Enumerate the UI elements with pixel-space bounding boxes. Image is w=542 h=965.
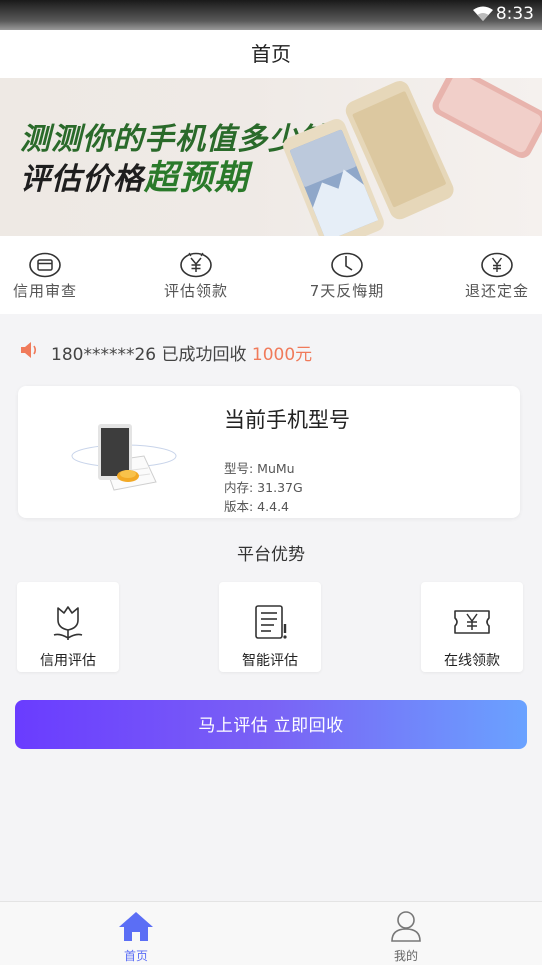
banner-subline-prefix: 评估价格: [20, 162, 144, 197]
speaker-icon: [20, 341, 40, 364]
tab-home[interactable]: 首页: [91, 910, 181, 964]
quick-nav: 信用审查 评估领款 7天反悔期 退还定金: [0, 236, 542, 314]
banner-subline-highlight: 超预期: [144, 158, 249, 198]
advantage-label: 信用评估: [40, 653, 96, 669]
quick-nav-label: 7天反悔期: [309, 282, 385, 300]
phone-illustration: [66, 416, 182, 500]
quick-nav-refund-deposit[interactable]: 退还定金: [437, 252, 542, 301]
advantage-online-payment[interactable]: 在线领款: [421, 582, 523, 672]
notice-text-wrap: 180******26 已成功回收 1000元: [51, 340, 312, 365]
yen-circle-icon: [481, 252, 513, 278]
status-bar: 8:33: [0, 0, 542, 30]
quick-nav-evaluate-payment[interactable]: 评估领款: [136, 252, 256, 301]
advantage-credit-evaluation[interactable]: 信用评估: [17, 582, 119, 672]
promo-banner[interactable]: 测测你的手机值多少钱 评估价格超预期: [0, 78, 542, 236]
notice-amount: 1000元: [251, 345, 313, 365]
document-alert-icon: [250, 602, 290, 642]
quick-nav-credit-review[interactable]: 信用审查: [0, 252, 105, 301]
phone-info-card: 当前手机型号 型号: MuMu 内存: 31.37G 版本: 4.4.4: [18, 386, 520, 518]
clock-icon: [331, 252, 363, 278]
home-icon: [117, 912, 155, 946]
advantage-label: 在线领款: [444, 653, 500, 669]
phone-memory: 内存: 31.37G: [224, 480, 303, 495]
banner-phones-illustration: [283, 78, 542, 236]
advantages-title: 平台优势: [237, 545, 305, 565]
yen-coin-icon: [180, 252, 212, 278]
advantage-label: 智能评估: [242, 653, 298, 669]
tab-mine-label: 我的: [393, 949, 418, 963]
bottom-tab-bar: 首页 我的: [0, 901, 542, 965]
quick-nav-7day-return[interactable]: 7天反悔期: [287, 252, 407, 301]
quick-nav-label: 信用审查: [12, 282, 77, 300]
phone-model: 型号: MuMu: [224, 461, 295, 476]
tab-home-label: 首页: [123, 949, 148, 963]
notice-text: 180******26 已成功回收: [51, 345, 247, 365]
wifi-icon: [472, 6, 494, 26]
phone-version: 版本: 4.4.4: [224, 499, 289, 514]
credit-card-icon: [29, 252, 61, 278]
tulip-icon: [48, 602, 88, 642]
phone-card-title: 当前手机型号: [224, 408, 350, 432]
tab-mine[interactable]: 我的: [361, 910, 451, 964]
evaluate-recycle-button[interactable]: 马上评估 立即回收: [15, 700, 527, 749]
banner-subline: 评估价格超预期: [20, 150, 249, 199]
advantage-smart-evaluation[interactable]: 智能评估: [219, 582, 321, 672]
quick-nav-label: 评估领款: [163, 282, 228, 300]
user-icon: [389, 911, 423, 946]
page-title: 首页: [0, 30, 542, 78]
yen-ticket-icon: [452, 602, 492, 642]
status-time: 8:33: [495, 4, 534, 24]
quick-nav-label: 退还定金: [464, 282, 529, 300]
